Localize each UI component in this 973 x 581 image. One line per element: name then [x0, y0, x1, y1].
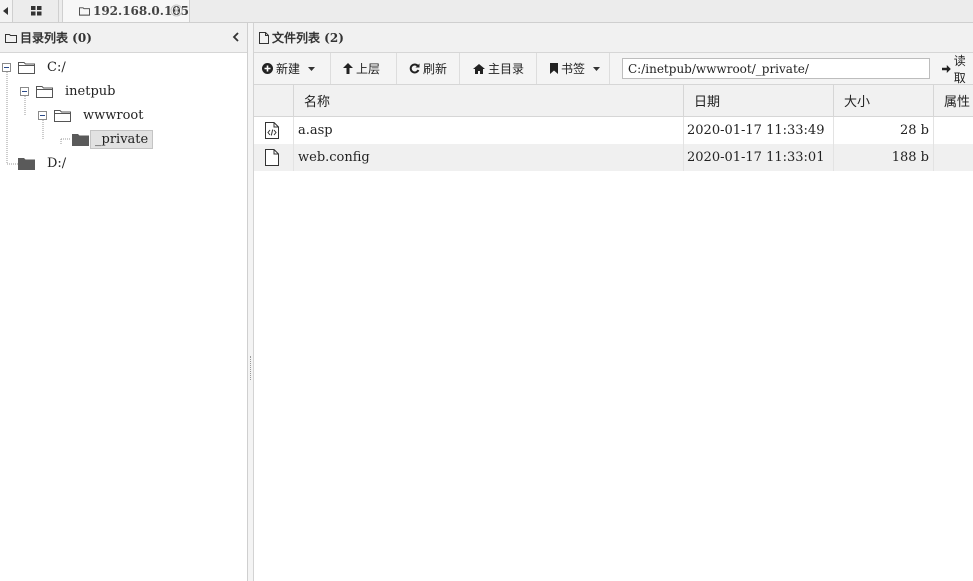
read-path-button[interactable]: 读取	[942, 53, 973, 85]
column-header-attr[interactable]: 属性	[933, 85, 973, 116]
folder-icon	[18, 157, 35, 170]
tree-node-label: inetpub	[65, 83, 116, 99]
caret-down-icon	[308, 66, 316, 71]
folder-icon	[72, 133, 89, 146]
column-header-date[interactable]: 日期	[683, 85, 833, 116]
column-header-name-label: 名称	[304, 95, 331, 110]
splitter-grip[interactable]	[250, 356, 252, 380]
tree-node-label: C:/	[47, 59, 66, 75]
file-icon-cell	[265, 117, 279, 144]
folder-outline-icon	[5, 33, 17, 43]
file-panel-header: 文件列表 (2)	[254, 23, 973, 53]
refresh-button-label: 刷新	[423, 62, 448, 76]
up-level-button-label: 上层	[356, 62, 381, 76]
collapse-panel-button[interactable]	[232, 32, 239, 42]
tree-node-d-drive[interactable]: D:/	[18, 153, 70, 173]
code-file-icon	[265, 122, 279, 139]
collapse-toggle-icon[interactable]	[38, 110, 47, 120]
file-panel: 文件列表 (2) 新建 上层 刷新 主目录 书签 C:/inetpub/wwwr…	[254, 23, 973, 581]
tree-node-c-drive[interactable]: C:/	[2, 57, 70, 77]
grid-menu-button[interactable]	[14, 0, 59, 22]
tree-node-inetpub[interactable]: inetpub	[20, 81, 119, 101]
column-header-size-label: 大小	[844, 95, 871, 110]
file-date: 2020-01-17 11:33:49	[687, 123, 825, 138]
up-level-button[interactable]: 上层	[331, 53, 397, 84]
caret-down-icon	[593, 66, 601, 71]
table-row[interactable]: a.asp 2020-01-17 11:33:49 28 b	[254, 117, 973, 144]
home-button[interactable]: 主目录	[460, 53, 537, 84]
column-separator	[683, 117, 684, 144]
directory-panel-title: 目录列表 (0)	[20, 31, 92, 45]
file-size: 188 b	[891, 150, 929, 165]
close-circle-icon	[170, 4, 183, 17]
file-size: 28 b	[900, 123, 929, 138]
tree-node-wwwroot[interactable]: wwwroot	[38, 105, 147, 125]
tree-node-label-selected: _private	[90, 129, 154, 149]
tab-bar: 192.168.0.105	[0, 0, 973, 23]
path-input[interactable]	[622, 58, 930, 79]
collapse-toggle-icon[interactable]	[20, 86, 29, 96]
file-date: 2020-01-17 11:33:01	[687, 150, 825, 165]
collapse-toggle-icon[interactable]	[2, 62, 11, 72]
home-button-label: 主目录	[488, 62, 525, 76]
column-separator	[293, 117, 294, 144]
file-icon-cell	[265, 144, 279, 171]
column-separator	[933, 117, 934, 144]
column-separator	[293, 144, 294, 171]
folder-open-icon	[54, 109, 71, 122]
bookmark-button[interactable]: 书签	[537, 53, 610, 84]
file-toolbar: 新建 上层 刷新 主目录 书签 C:/inetpub/wwwroot/_priv…	[254, 53, 973, 85]
tab-close-button[interactable]	[170, 4, 183, 17]
refresh-button[interactable]: 刷新	[397, 53, 460, 84]
folder-open-icon	[18, 61, 35, 74]
directory-panel: 目录列表 (0) C:/ inetpub wwwroot _private D:…	[0, 23, 248, 581]
folder-outline-icon	[79, 7, 90, 16]
column-header-size[interactable]: 大小	[833, 85, 933, 116]
tab-host[interactable]: 192.168.0.105	[62, 0, 190, 22]
file-table-body: a.asp 2020-01-17 11:33:49 28 b web.confi…	[254, 117, 973, 171]
plus-circle-icon	[262, 63, 273, 74]
file-outline-icon	[259, 31, 269, 44]
bookmark-button-label: 书签	[561, 62, 586, 76]
folder-open-icon	[36, 85, 53, 98]
column-header-name[interactable]: 名称	[293, 85, 683, 116]
arrow-up-icon	[343, 63, 353, 74]
column-header-date-label: 日期	[694, 95, 721, 110]
column-separator	[683, 144, 684, 171]
tab-scroll-left-button[interactable]	[0, 0, 13, 22]
directory-panel-header: 目录列表 (0)	[0, 23, 247, 53]
tree-node-label: wwwroot	[83, 107, 144, 123]
file-icon	[265, 149, 279, 166]
file-name[interactable]: web.config	[298, 144, 370, 171]
bookmark-icon	[550, 63, 558, 74]
file-table-header: 名称 日期 大小 属性	[254, 85, 973, 117]
tree-node-private[interactable]: _private	[72, 129, 154, 149]
new-button-label: 新建	[276, 62, 301, 76]
new-button[interactable]: 新建	[254, 53, 331, 84]
read-path-button-label: 读取	[953, 53, 966, 85]
refresh-icon	[409, 63, 420, 74]
column-header-attr-label: 属性	[944, 95, 971, 110]
chevron-left-icon	[232, 32, 239, 42]
arrow-right-icon	[942, 64, 951, 73]
file-name[interactable]: a.asp	[298, 117, 333, 144]
home-icon	[473, 63, 485, 74]
file-panel-title: 文件列表 (2)	[272, 31, 344, 45]
table-row[interactable]: web.config 2020-01-17 11:33:01 188 b	[254, 144, 973, 171]
column-header-icon	[254, 85, 293, 116]
column-separator	[933, 144, 934, 171]
grid-icon	[30, 6, 41, 16]
caret-left-icon	[3, 7, 8, 15]
tree-node-label: D:/	[47, 155, 67, 171]
